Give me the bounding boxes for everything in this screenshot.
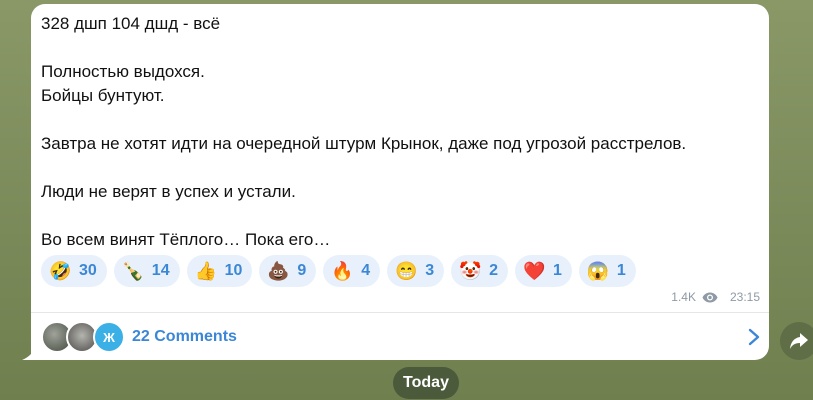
rofl-icon: 🤣 <box>49 261 72 281</box>
reaction-poop[interactable]: 💩 9 <box>259 255 317 287</box>
reaction-heart[interactable]: ❤️ 1 <box>515 255 572 287</box>
message-time: 23:15 <box>729 290 760 304</box>
reaction-rofl[interactable]: 🤣 30 <box>41 255 107 287</box>
message-bubble[interactable]: 328 дшп 104 дшд - всё Полностью выдохся.… <box>31 4 769 360</box>
scream-icon: 😱 <box>586 261 610 281</box>
eye-icon <box>702 292 718 302</box>
clown-icon: 🤡 <box>459 261 482 281</box>
reaction-grin[interactable]: 😁 3 <box>387 255 445 287</box>
reaction-fire[interactable]: 🔥 4 <box>323 255 381 287</box>
message-line: 328 дшп 104 дшд - всё <box>41 14 221 33</box>
reaction-count: 1 <box>553 262 562 279</box>
chevron-right-icon <box>748 328 760 346</box>
reaction-champagne[interactable]: 🍾 14 <box>113 255 180 287</box>
message-line: Завтра не хотят идти на очередной штурм … <box>41 134 687 153</box>
avatar: Ж <box>93 321 125 353</box>
view-count: 1.4K <box>671 290 696 304</box>
heart-icon: ❤️ <box>523 261 546 281</box>
reaction-count: 14 <box>151 262 170 279</box>
reaction-count: 30 <box>79 262 97 279</box>
message-line: Люди не верят в успех и устали. <box>41 182 296 201</box>
commenter-avatars: Ж <box>41 321 131 353</box>
message-line: Во всем винят Тёплого… Пока его… <box>41 230 331 249</box>
reaction-count: 1 <box>616 262 626 279</box>
message-line: Полностью выдохся. <box>41 62 205 81</box>
reaction-clown[interactable]: 🤡 2 <box>451 255 509 287</box>
fire-icon: 🔥 <box>331 261 354 281</box>
poop-icon: 💩 <box>267 261 290 281</box>
reactions-bar: 🤣 30 🍾 14 👍 10 💩 9 🔥 4 😁 3 🤡 2 ❤️ 1 😱 1 <box>41 255 761 287</box>
champagne-icon: 🍾 <box>121 261 145 281</box>
grin-icon: 😁 <box>395 261 418 281</box>
thumbs-up-icon: 👍 <box>194 261 218 281</box>
comments-label: 22 Comments <box>132 328 237 345</box>
reaction-count: 3 <box>425 262 435 279</box>
reaction-count: 9 <box>297 262 307 279</box>
share-arrow-icon <box>790 333 808 349</box>
date-separator: Today <box>393 367 459 399</box>
message-text: 328 дшп 104 дшд - всё Полностью выдохся.… <box>41 12 761 252</box>
message-line: Бойцы бунтуют. <box>41 86 165 105</box>
reaction-scream[interactable]: 😱 1 <box>578 255 636 287</box>
comments-button[interactable]: Ж 22 Comments <box>31 313 769 360</box>
message-meta: 1.4K 23:15 <box>671 287 760 307</box>
share-button[interactable] <box>780 322 813 360</box>
reaction-count: 4 <box>361 262 371 279</box>
reaction-count: 2 <box>489 262 499 279</box>
reaction-thumbs-up[interactable]: 👍 10 <box>186 255 253 287</box>
reaction-count: 10 <box>224 262 243 279</box>
